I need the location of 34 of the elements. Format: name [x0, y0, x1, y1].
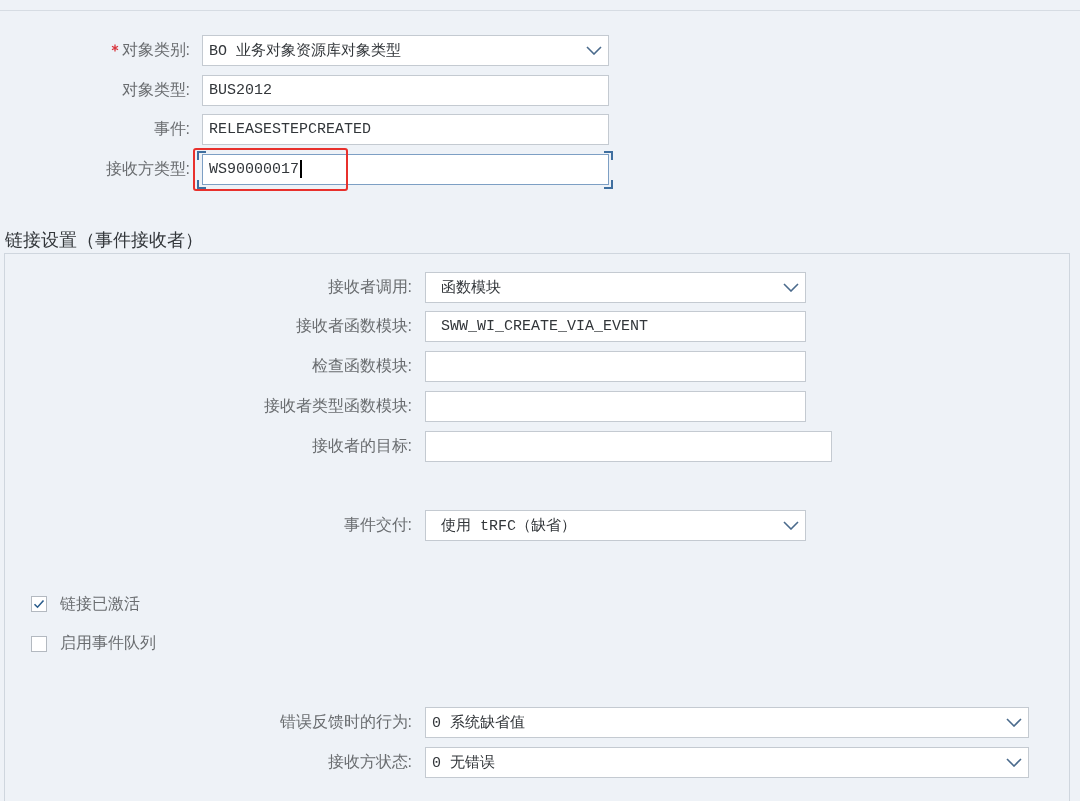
dropdown-field[interactable]: 函数模块 [425, 271, 806, 303]
chevron-down-icon[interactable] [783, 282, 799, 292]
dropdown-field[interactable]: 0 系统缺省值 [425, 707, 1029, 739]
section-title: 链接设置（事件接收者） [5, 228, 203, 251]
checkbox-label: 链接已激活 [60, 593, 140, 614]
input-field[interactable]: BUS2012 [202, 74, 609, 106]
input-field[interactable]: RELEASESTEPCREATED [202, 114, 609, 145]
input-field[interactable]: WS90000017 [202, 153, 609, 185]
field-label: 接收方状态: [327, 752, 412, 772]
input-field[interactable]: SWW_WI_CREATE_VIA_EVENT [425, 311, 806, 343]
input-field[interactable] [425, 390, 806, 422]
field-label: 对象类型: [121, 79, 190, 100]
field-label: 对象类别: [121, 40, 190, 60]
checkbox-label: 启用事件队列 [60, 633, 156, 654]
input-field[interactable] [425, 351, 806, 382]
field-label: 事件交付: [343, 514, 412, 535]
chevron-down-icon[interactable] [1006, 718, 1022, 728]
checkbox[interactable] [31, 596, 47, 612]
field-label: 接收方类型: [105, 158, 190, 179]
input-field[interactable] [425, 430, 832, 462]
chevron-down-icon[interactable] [783, 520, 799, 530]
field-label: 接收者函数模块: [295, 316, 412, 337]
field-label: 接收者的目标: [311, 435, 412, 456]
checkbox[interactable] [31, 635, 47, 652]
dropdown-field[interactable]: 0 无错误 [425, 747, 1029, 778]
field-label: 事件: [153, 119, 190, 139]
dropdown-field[interactable]: BO 业务对象资源库对象类型 [202, 35, 609, 66]
dropdown-field[interactable]: 使用 tRFC（缺省） [425, 509, 806, 541]
field-label: 检查函数模块: [311, 356, 412, 376]
chevron-down-icon[interactable] [1006, 758, 1022, 767]
field-label: 错误反馈时的行为: [279, 712, 412, 733]
chevron-down-icon[interactable] [586, 46, 602, 55]
field-label: 接收者调用: [327, 276, 412, 297]
field-label: 接收者类型函数模块: [263, 395, 412, 416]
